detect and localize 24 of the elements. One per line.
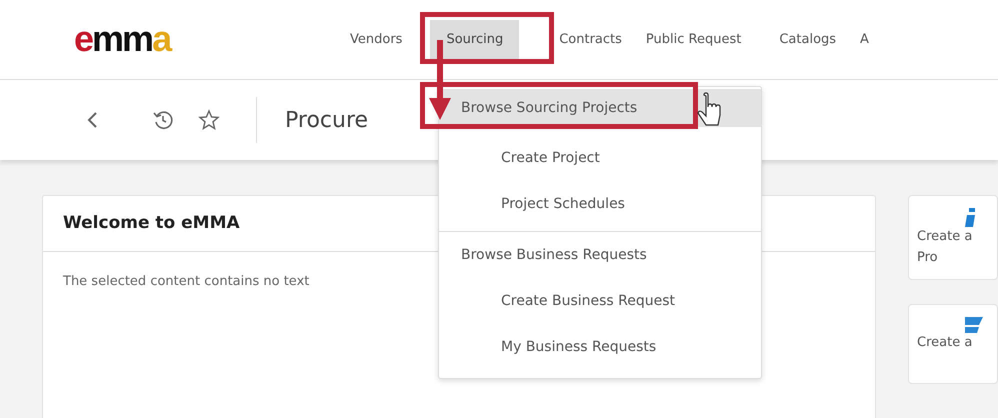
shortcut-label: Create a	[917, 334, 974, 352]
shortcut-label: Create a Pro	[917, 228, 974, 267]
logo: emma	[74, 18, 170, 59]
history-icon[interactable]	[152, 109, 174, 131]
nav-tab[interactable]: Catalogs	[769, 20, 846, 60]
card-title: Welcome to eMMA	[63, 212, 240, 235]
shortcut-card[interactable]: Create a Pro	[908, 195, 998, 280]
menu-item[interactable]: Create Business Request	[439, 278, 761, 324]
shortcut-icon	[965, 316, 983, 333]
star-icon[interactable]	[198, 109, 220, 131]
shortcut-icon	[965, 208, 975, 227]
nav-tab[interactable]: A	[850, 20, 879, 60]
nav-tab[interactable]: Public Request	[636, 20, 752, 60]
menu-item[interactable]: My Business Requests	[439, 324, 761, 370]
hand-cursor-icon	[697, 92, 721, 126]
menu-item[interactable]: Create Project	[439, 135, 761, 181]
nav-tab[interactable]: Vendors	[340, 20, 412, 60]
page-title: Procure	[285, 106, 368, 134]
shortcut-card[interactable]: Create a	[908, 304, 998, 384]
nav-tab[interactable]: Sourcing	[430, 20, 520, 60]
card-body-text: The selected content contains no text	[63, 274, 310, 289]
menu-item[interactable]: Project Schedules	[439, 181, 761, 227]
nav-tab[interactable]: Contracts	[549, 20, 632, 60]
menu-item[interactable]: Browse Business Requests	[439, 232, 761, 278]
